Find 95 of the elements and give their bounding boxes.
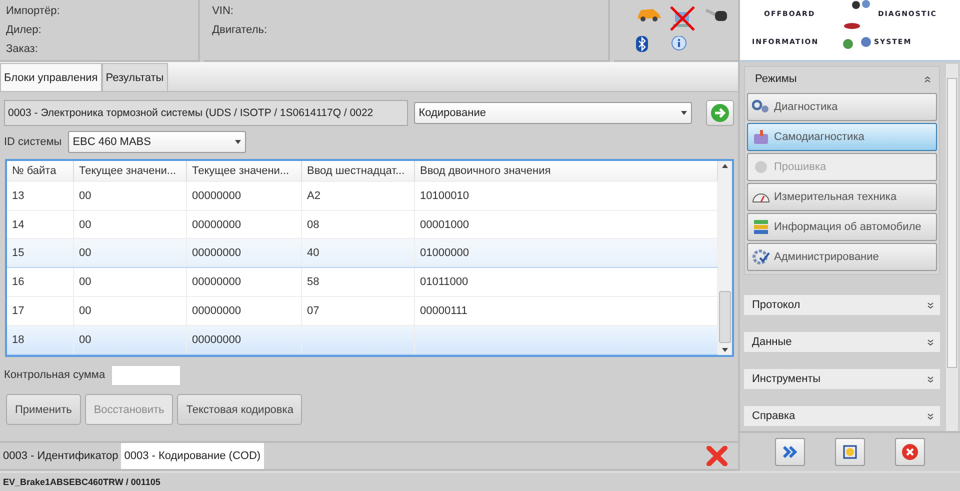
books-icon bbox=[752, 219, 770, 235]
field-label: Двигатель: bbox=[212, 23, 268, 38]
function-dropdown[interactable]: Кодирование bbox=[414, 102, 692, 124]
tab[interactable]: Блоки управления bbox=[0, 63, 102, 91]
table-cell: 01011000 bbox=[420, 276, 468, 288]
table-cell: 14 bbox=[12, 218, 24, 231]
column-header[interactable]: Текущее значени... bbox=[187, 161, 302, 181]
scroll-thumb[interactable] bbox=[947, 78, 957, 368]
table-cell: 18 bbox=[12, 334, 24, 346]
caret-icon bbox=[681, 111, 688, 115]
table-cell: 07 bbox=[307, 305, 320, 318]
car-icon[interactable] bbox=[636, 6, 662, 22]
stethoscope-icon bbox=[752, 99, 770, 115]
scrollbar[interactable] bbox=[718, 161, 732, 355]
collapse-icon[interactable] bbox=[924, 76, 931, 82]
table-cell: 58 bbox=[307, 276, 320, 288]
mode-button[interactable]: Диагностика bbox=[747, 93, 937, 121]
disconnected-network-icon[interactable] bbox=[670, 6, 696, 32]
action-button[interactable]: Применить bbox=[6, 394, 81, 425]
system-id-dropdown[interactable]: EBC 460 MABS bbox=[68, 131, 246, 153]
table-cell: 16 bbox=[12, 276, 24, 288]
table-cell: 08 bbox=[307, 218, 320, 231]
table-cell: 10100010 bbox=[420, 190, 469, 202]
expand-icon[interactable] bbox=[927, 412, 934, 420]
section-header[interactable]: Данные bbox=[744, 332, 940, 352]
table-cell: 40 bbox=[307, 247, 320, 260]
table-row[interactable]: 17 00 00000000 07 00000111 bbox=[7, 297, 718, 326]
checksum-label: Контрольная сумма bbox=[4, 368, 106, 383]
table-cell: 13 bbox=[12, 190, 24, 202]
table-row[interactable]: 15 00 00000000 40 01000000 bbox=[7, 239, 718, 268]
table-cell: 01000000 bbox=[420, 247, 469, 260]
caret-icon bbox=[234, 140, 241, 144]
table-cell: 00001000 bbox=[420, 218, 469, 231]
toolbox-icon bbox=[752, 129, 770, 145]
table-cell: 00 bbox=[79, 218, 92, 231]
field-label: Импортёр: bbox=[6, 4, 61, 19]
mode-button[interactable]: Измерительная техника bbox=[747, 183, 937, 211]
table-cell: 00000000 bbox=[192, 305, 241, 318]
mode-button[interactable]: Администрирование bbox=[747, 243, 937, 271]
table-cell: 00 bbox=[79, 247, 92, 260]
table-cell: 00000000 bbox=[192, 334, 241, 346]
bluetooth-icon[interactable] bbox=[636, 36, 648, 52]
table-cell: 00000000 bbox=[192, 190, 241, 202]
section-header[interactable]: Инструменты bbox=[744, 369, 940, 389]
column-header[interactable]: № байта bbox=[7, 161, 74, 181]
tab[interactable]: 0003 - Кодирование (COD) bbox=[121, 443, 264, 469]
frame-icon bbox=[842, 444, 858, 460]
expand-icon[interactable] bbox=[927, 338, 934, 346]
module-field[interactable]: 0003 - Электроника тормозной системы (UDS / ISOTP / 1S0614117Q / 0022 bbox=[4, 100, 408, 126]
forward-button[interactable] bbox=[775, 438, 805, 466]
section-header[interactable]: Справка bbox=[744, 406, 940, 426]
table-cell: 00000111 bbox=[420, 305, 468, 318]
column-header[interactable]: Ввод шестнадцат... bbox=[302, 161, 415, 181]
column-header[interactable]: Ввод двоичного значения bbox=[415, 161, 718, 181]
table-row[interactable]: 14 00 00000000 08 00001000 bbox=[7, 210, 718, 240]
scroll-down-icon bbox=[722, 348, 728, 352]
table-cell: A2 bbox=[307, 190, 320, 202]
table-row[interactable]: 13 00 00000000 A2 10100010 bbox=[7, 182, 718, 211]
scroll-thumb[interactable] bbox=[719, 291, 731, 343]
table-row[interactable]: 18 00 00000000 bbox=[7, 326, 718, 355]
table-cell: 17 bbox=[12, 305, 24, 318]
table-cell: 00 bbox=[79, 334, 92, 346]
table-cell: 00000000 bbox=[192, 218, 241, 231]
go-button[interactable] bbox=[706, 100, 734, 126]
scrollbar[interactable] bbox=[946, 64, 958, 431]
column-header[interactable]: Текущее значени... bbox=[74, 161, 187, 181]
table-cell: 00 bbox=[79, 190, 92, 202]
mode-button[interactable]: Самодиагностика bbox=[747, 123, 937, 151]
table-cell: 15 bbox=[12, 247, 24, 260]
table-cell: 00 bbox=[79, 305, 92, 318]
double-chevron-icon bbox=[782, 445, 798, 459]
tab[interactable]: 0003 - Идентификатор bbox=[0, 443, 122, 469]
checksum-field[interactable] bbox=[111, 365, 182, 386]
key-icon[interactable] bbox=[704, 6, 730, 24]
field-label: Дилер: bbox=[6, 23, 42, 38]
table-cell: 00000000 bbox=[192, 276, 241, 288]
section-header[interactable]: Протокол bbox=[744, 295, 940, 315]
action-button[interactable]: Текстовая кодировка bbox=[177, 394, 302, 425]
section-title: Режимы bbox=[755, 73, 797, 85]
field-label: Заказ: bbox=[6, 42, 39, 57]
field-label: VIN: bbox=[212, 4, 234, 19]
mode-button[interactable]: Информация об автомобиле bbox=[747, 213, 937, 241]
tab[interactable]: Результаты bbox=[102, 63, 168, 91]
exit-button[interactable] bbox=[895, 438, 925, 466]
table-cell: 00000000 bbox=[192, 247, 241, 260]
table-cell: 00 bbox=[79, 276, 92, 288]
expand-icon[interactable] bbox=[927, 302, 934, 308]
close-icon bbox=[901, 443, 919, 461]
close-icon[interactable] bbox=[706, 446, 728, 466]
expand-icon[interactable] bbox=[927, 376, 934, 382]
scroll-up-icon bbox=[722, 164, 728, 168]
system-id-label: ID системы bbox=[4, 134, 62, 150]
layout-button[interactable] bbox=[835, 438, 865, 466]
table-row[interactable]: 16 00 00000000 58 01011000 bbox=[7, 268, 718, 298]
info-icon[interactable] bbox=[670, 36, 688, 52]
